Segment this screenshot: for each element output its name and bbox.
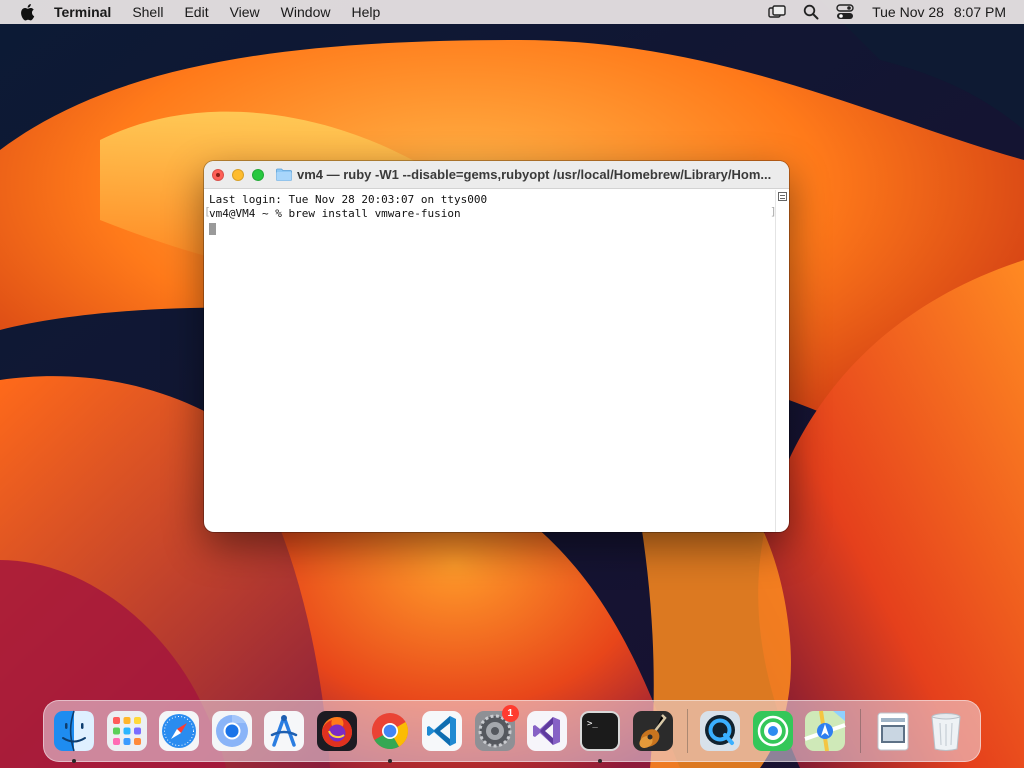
dock-preview[interactable] <box>871 709 915 753</box>
terminal-line-last-login: Last login: Tue Nov 28 20:03:07 on ttys0… <box>209 193 488 206</box>
control-center-icon[interactable] <box>834 3 856 21</box>
menu-window[interactable]: Window <box>281 4 331 20</box>
find-my-icon <box>752 711 793 751</box>
instruments-icon <box>264 711 305 751</box>
dock-firefox[interactable] <box>315 709 359 753</box>
terminal-content[interactable]: Last login: Tue Nov 28 20:03:07 on ttys0… <box>204 190 789 532</box>
menu-view[interactable]: View <box>230 4 260 20</box>
running-indicator <box>387 759 392 763</box>
zoom-button[interactable] <box>252 168 264 181</box>
menu-shell[interactable]: Shell <box>132 4 163 20</box>
window-title: vm4 — ruby -W1 --disable=gems,rubyopt /u… <box>297 167 772 182</box>
split-pane-icon[interactable] <box>778 192 787 201</box>
search-icon[interactable] <box>800 3 822 21</box>
quicktime-icon <box>700 711 741 751</box>
menu-app-name[interactable]: Terminal <box>54 4 111 20</box>
dock-trash[interactable] <box>924 709 968 753</box>
dock-divider <box>859 709 861 753</box>
dock-chromium[interactable] <box>210 709 254 753</box>
dock-system-preferences[interactable]: 1 <box>473 705 519 753</box>
terminal-cursor-line <box>209 221 789 235</box>
minimize-button[interactable] <box>232 168 244 181</box>
menu-bar: Terminal Shell Edit View Window Help Tue… <box>0 0 1024 24</box>
finder-icon <box>54 710 94 752</box>
terminal-line-command: vm4@VM4 ~ % brew install vmware-fusion <box>209 207 461 220</box>
running-indicator <box>597 759 602 763</box>
dock-divider <box>687 709 689 753</box>
svg-text:>_: >_ <box>587 719 598 729</box>
safari-icon <box>159 711 200 751</box>
launchpad-icon <box>106 711 147 751</box>
menu-edit[interactable]: Edit <box>184 4 208 20</box>
clock-time: 8:07 PM <box>953 4 1006 20</box>
terminal-icon: >_ <box>579 711 620 751</box>
menu-help[interactable]: Help <box>351 4 380 20</box>
dock-quicktime[interactable] <box>698 709 742 753</box>
dock-find-my[interactable] <box>751 709 795 753</box>
preview-icon <box>877 712 909 751</box>
folder-icon[interactable] <box>276 168 292 181</box>
chromium-icon <box>211 711 252 751</box>
dock-safari[interactable] <box>157 709 201 753</box>
notification-badge: 1 <box>501 705 519 722</box>
maps-icon <box>804 710 846 752</box>
running-indicator <box>72 759 76 763</box>
text-cursor <box>209 223 216 235</box>
close-button[interactable] <box>212 168 224 181</box>
firefox-icon <box>316 711 357 751</box>
clock-date: Tue Nov 28 <box>872 4 944 20</box>
apple-menu-icon[interactable] <box>16 1 38 23</box>
dock: 1 >_ <box>43 700 981 763</box>
visual-studio-icon <box>527 711 568 751</box>
trash-icon <box>930 713 961 751</box>
dock-chrome[interactable] <box>368 709 412 763</box>
dock-instruments[interactable] <box>262 709 306 753</box>
menu-bar-clock[interactable]: Tue Nov 28 8:07 PM <box>872 4 1006 20</box>
dock-maps[interactable] <box>803 709 847 753</box>
dock-garageband[interactable] <box>631 709 675 753</box>
window-titlebar[interactable]: vm4 — ruby -W1 --disable=gems,rubyopt /u… <box>204 161 789 189</box>
window-controls <box>212 168 264 181</box>
vscode-icon <box>422 711 463 751</box>
dock-visual-studio[interactable] <box>525 709 569 753</box>
chrome-icon <box>371 713 408 750</box>
dock-launchpad[interactable] <box>105 709 149 753</box>
garageband-icon <box>632 711 673 751</box>
terminal-scrollbar[interactable] <box>775 190 789 532</box>
terminal-window[interactable]: vm4 — ruby -W1 --disable=gems,rubyopt /u… <box>204 161 789 532</box>
screen-mirroring-icon[interactable] <box>766 3 788 21</box>
mark-bracket-left: [ <box>204 205 211 218</box>
dock-vscode[interactable] <box>420 709 464 753</box>
dock-terminal[interactable]: >_ <box>578 709 622 763</box>
dock-finder[interactable] <box>52 709 96 763</box>
